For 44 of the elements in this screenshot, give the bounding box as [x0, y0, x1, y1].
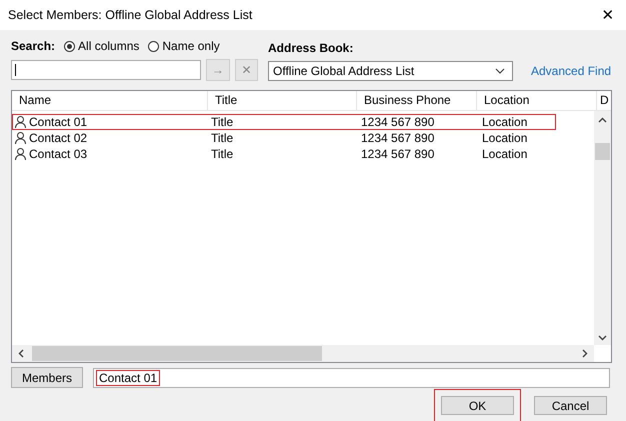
scroll-thumb[interactable]: [595, 143, 610, 160]
table-cell-text: Title: [210, 147, 234, 161]
contact-row[interactable]: Contact 03 Title 1234 567 890 Location: [12, 146, 556, 162]
table-cell-text: Location: [481, 115, 528, 129]
member-entry: Contact 01: [96, 370, 160, 386]
table-cell-text: Contact 03: [28, 147, 88, 161]
contact-row[interactable]: Contact 02 Title 1234 567 890 Location: [12, 130, 556, 146]
column-header[interactable]: Business Phone: [357, 91, 477, 110]
chevron-down-icon: [598, 335, 607, 341]
close-button[interactable]: ✕: [590, 0, 626, 30]
radio-option[interactable]: All columns: [64, 39, 140, 53]
person-icon: [15, 148, 26, 160]
table-cell-text: 1234 567 890: [360, 147, 436, 161]
window-title: Select Members: Offline Global Address List: [8, 8, 252, 22]
horizontal-scrollbar[interactable]: [12, 345, 594, 362]
advanced-find-link[interactable]: Advanced Find: [531, 64, 612, 78]
chevron-left-icon: [18, 349, 24, 358]
address-book-dropdown[interactable]: Offline Global Address List: [268, 61, 513, 81]
search-field[interactable]: [11, 60, 202, 80]
table-cell-text: 1234 567 890: [360, 131, 436, 145]
person-icon: [15, 132, 26, 144]
chevron-down-icon: [495, 68, 505, 74]
members-field[interactable]: Contact 01: [93, 368, 610, 388]
members-button[interactable]: Members: [11, 367, 83, 388]
column-header[interactable]: Location: [477, 91, 597, 110]
table-cell-text: Location: [481, 147, 528, 161]
column-header[interactable]: Name: [12, 91, 208, 110]
table-cell-text: Location: [481, 131, 528, 145]
person-icon: [15, 116, 26, 128]
column-header[interactable]: Title: [208, 91, 357, 110]
table-cell-text: 1234 567 890: [360, 115, 436, 129]
contact-row[interactable]: Contact 01 Title 1234 567 890 Location: [12, 114, 556, 130]
table-cell-text: Contact 01: [28, 115, 88, 129]
table-cell-text: Title: [210, 131, 234, 145]
table-cell-text: Title: [210, 115, 234, 129]
column-header[interactable]: D: [597, 91, 611, 110]
chevron-up-icon: [598, 117, 607, 123]
search-label: Search:: [11, 39, 56, 53]
address-book-label: Address Book:: [268, 41, 354, 55]
table-cell-text: Contact 02: [28, 131, 88, 145]
radio-option[interactable]: Name only: [148, 39, 220, 53]
vertical-scrollbar[interactable]: [594, 111, 611, 345]
chevron-right-icon: [582, 349, 588, 358]
dialog-button[interactable]: OK: [434, 389, 521, 421]
